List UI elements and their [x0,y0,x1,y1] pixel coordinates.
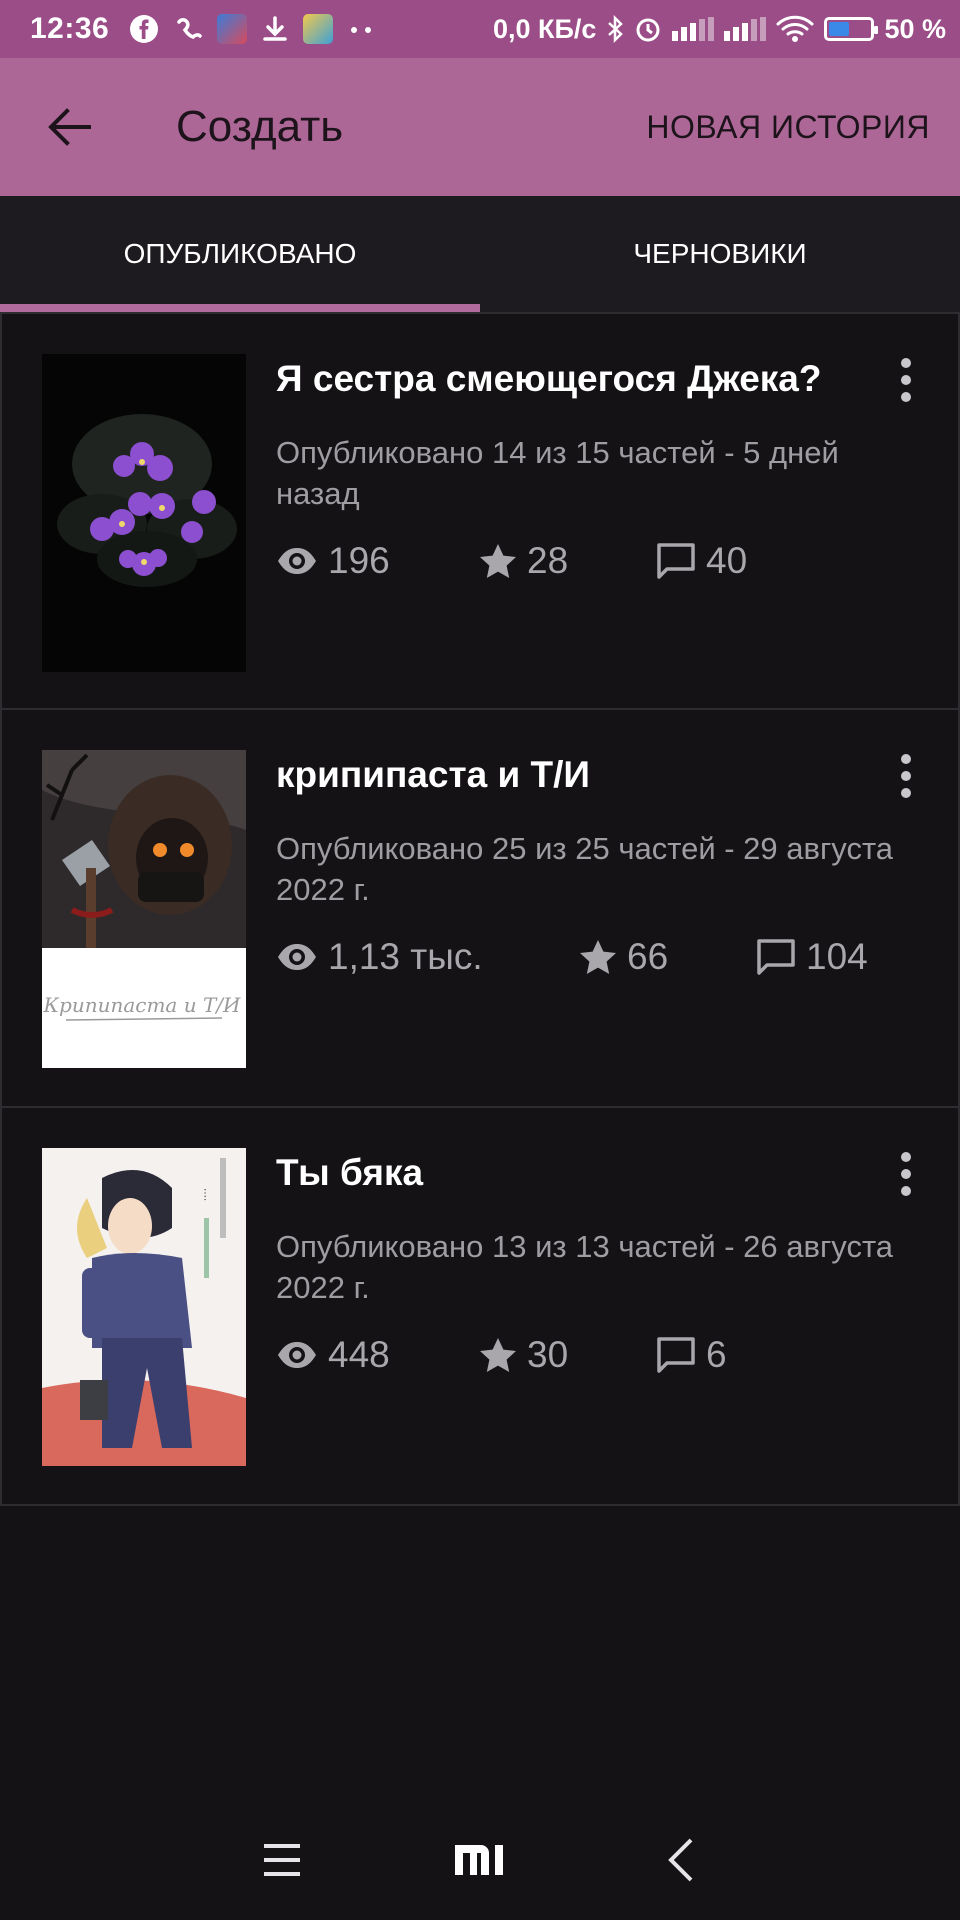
comments-stat: 6 [656,1334,727,1376]
story-card[interactable]: Я сестра смеющегося Джека? Опубликовано … [0,312,960,710]
eye-icon [278,944,316,970]
votes-stat: 66 [579,936,756,978]
star-icon [480,1338,516,1372]
arrow-left-icon [48,108,91,146]
comments-stat: 40 [656,540,747,582]
cover-caption: Крипипаста и Т/И [43,993,241,1017]
svg-text:….: …. [202,1188,213,1201]
story-card[interactable]: Крипипаста и Т/И крипипаста и Т/И Опубли… [0,710,960,1108]
nav-menu-button[interactable] [252,1830,312,1890]
alarm-icon [636,18,660,42]
comment-icon [657,1337,695,1373]
story-stats: 1,13 тыс. 66 104 [276,932,868,982]
votes-count: 66 [627,936,669,977]
eye-icon [278,1342,316,1368]
more-options-button[interactable] [886,746,926,806]
status-right: 0,0 КБ/с 50 % [493,14,946,45]
menu-icon [264,1844,300,1876]
system-nav-bar [0,1800,960,1920]
status-time: 12:36 [30,12,110,45]
new-story-button[interactable]: НОВАЯ ИСТОРИЯ [646,109,930,146]
comment-icon [757,939,795,975]
votes-count: 30 [527,1334,569,1375]
status-bar: 12:36 0,0 КБ/с 50 % [0,0,960,58]
views-count: 1,13 тыс. [328,936,483,977]
chevron-left-icon [668,1838,693,1882]
more-options-button[interactable] [886,1144,926,1204]
tab-published[interactable]: ОПУБЛИКОВАНО [0,196,480,312]
views-stat: 1,13 тыс. [276,936,579,978]
story-title[interactable]: Ты бяка [276,1152,856,1194]
tab-bar: ОПУБЛИКОВАНО ЧЕРНОВИКИ [0,196,960,312]
violet-flowers-image [57,414,237,587]
eye-icon [278,548,316,574]
votes-count: 28 [527,540,569,581]
story-card[interactable]: …. Ты бяка Опубликовано 13 из 13 частей … [0,1108,960,1506]
signal-sim1-icon [672,17,715,41]
story-cover[interactable]: …. [42,1148,246,1466]
download-icon [263,16,287,41]
views-stat: 196 [276,540,479,582]
views-count: 448 [328,1334,390,1375]
story-meta: Опубликовано 14 из 15 частей - 5 дней на… [276,435,839,511]
wifi-icon [776,15,814,42]
game-app-icon [303,14,334,44]
more-options-button[interactable] [886,350,926,410]
mi-home-icon [455,1845,503,1875]
comments-stat: 104 [756,936,868,978]
anime-characters-cover-image: …. [42,1158,246,1466]
nav-back-button[interactable] [652,1830,712,1890]
votes-stat: 30 [479,1334,656,1376]
story-cover[interactable]: Крипипаста и Т/И [42,750,246,1068]
votes-stat: 28 [479,540,656,582]
comments-count: 6 [706,1334,727,1375]
battery-percent: 50 % [884,13,946,44]
star-icon [480,544,516,578]
app-bar: Создать НОВАЯ ИСТОРИЯ [0,58,960,196]
battery-icon [824,17,879,41]
nav-home-button[interactable] [450,1830,510,1890]
back-button[interactable] [24,82,114,172]
story-meta: Опубликовано 13 из 13 частей - 26 август… [276,1229,894,1305]
signal-sim2-icon [724,17,767,41]
story-cover[interactable] [42,354,246,672]
battery-fill [829,22,850,36]
story-meta: Опубликовано 25 из 25 частей - 29 август… [276,831,894,907]
status-notification-icons [129,14,375,44]
network-speed: 0,0 КБ/с [493,13,597,44]
bluetooth-icon [608,15,624,43]
story-title[interactable]: крипипаста и Т/И [276,754,856,796]
views-count: 196 [328,540,390,581]
tab-drafts[interactable]: ЧЕРНОВИКИ [480,196,960,312]
facebook-icon [130,15,159,43]
story-list: Я сестра смеющегося Джека? Опубликовано … [0,312,960,1506]
page-title: Создать [176,102,344,151]
more-notifications-icon [351,27,372,33]
phone-missed-icon [177,18,202,40]
story-stats: 448 30 6 [276,1330,727,1380]
app-badge-icon [217,14,248,44]
star-icon [580,940,616,974]
story-title[interactable]: Я сестра смеющегося Джека? [276,358,856,400]
story-stats: 196 28 40 [276,536,747,586]
comment-icon [657,543,695,579]
creepypasta-cover-image: Крипипаста и Т/И [42,750,246,1021]
comments-count: 40 [706,540,748,581]
views-stat: 448 [276,1334,479,1376]
comments-count: 104 [806,936,868,977]
